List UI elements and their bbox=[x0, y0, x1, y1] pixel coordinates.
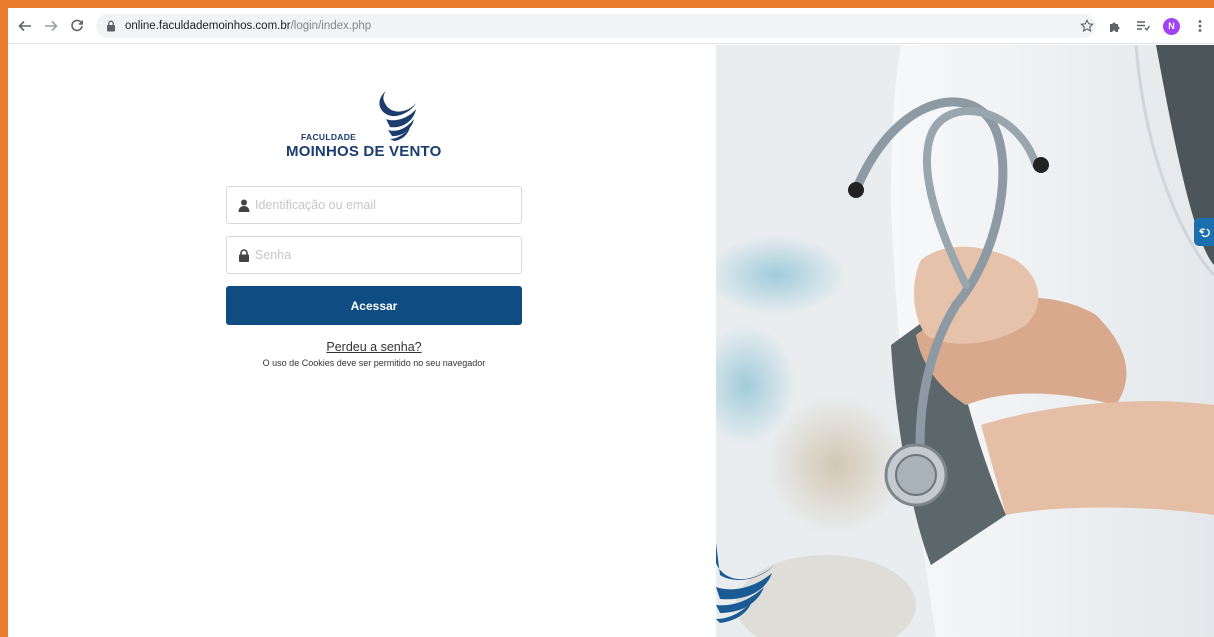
username-field[interactable] bbox=[226, 186, 522, 224]
brand-logo: FACULDADE MOINHOS DE VENTO bbox=[284, 89, 454, 164]
url-host: online.faculdademoinhos.com.br bbox=[125, 19, 291, 32]
reading-list-icon[interactable] bbox=[1135, 18, 1151, 34]
windmill-sail-logo-icon bbox=[379, 91, 416, 141]
doctor-with-stethoscope-photo bbox=[716, 45, 1214, 637]
brand-name-big: MOINHOS DE VENTO bbox=[286, 143, 442, 160]
login-panel: FACULDADE MOINHOS DE VENTO Acessar Perde… bbox=[8, 45, 716, 637]
url-path: /login/index.php bbox=[290, 19, 372, 32]
reload-icon[interactable] bbox=[66, 15, 88, 37]
padlock-icon bbox=[238, 248, 250, 262]
windmill-sail-corner-icon bbox=[716, 543, 774, 623]
address-bar[interactable]: online.faculdademoinhos.com.br/login/ind… bbox=[96, 13, 1096, 38]
browser-window: online.faculdademoinhos.com.br/login/ind… bbox=[8, 8, 1214, 637]
password-input[interactable] bbox=[255, 248, 515, 262]
cookie-notice: O uso de Cookies deve ser permitido no s… bbox=[262, 358, 486, 368]
brand-name-small: FACULDADE bbox=[301, 132, 357, 142]
login-submit-button[interactable]: Acessar bbox=[226, 286, 522, 325]
hero-image-panel bbox=[716, 45, 1214, 637]
arrow-left-icon[interactable] bbox=[14, 15, 36, 37]
star-icon[interactable] bbox=[1079, 18, 1095, 34]
profile-avatar[interactable]: N bbox=[1163, 17, 1180, 35]
browser-toolbar: online.faculdademoinhos.com.br/login/ind… bbox=[8, 8, 1214, 44]
arrow-right-icon[interactable] bbox=[40, 15, 62, 37]
sign-language-icon[interactable] bbox=[1194, 218, 1214, 246]
forgot-password-link[interactable]: Perdeu a senha? bbox=[226, 340, 522, 354]
lock-icon[interactable] bbox=[106, 20, 116, 32]
puzzle-icon[interactable] bbox=[1107, 18, 1123, 34]
user-icon bbox=[238, 199, 250, 212]
password-field[interactable] bbox=[226, 236, 522, 274]
kebab-menu-icon[interactable] bbox=[1192, 18, 1208, 34]
username-input[interactable] bbox=[255, 198, 515, 212]
